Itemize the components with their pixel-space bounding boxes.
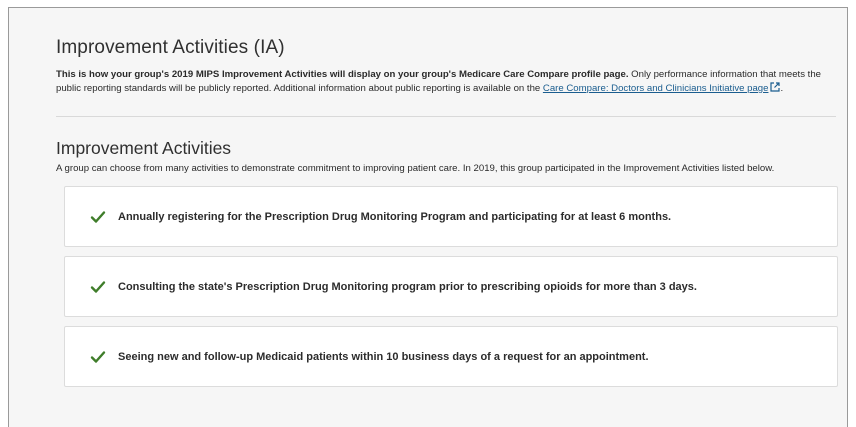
activity-card: Annually registering for the Prescriptio… [64,186,838,247]
check-icon [90,350,106,363]
activities-title: Improvement Activities [56,138,232,158]
section-lead: This is how your group's 2019 MIPS Impro… [56,68,846,96]
section-divider [56,116,836,117]
section-title: Improvement Activities (IA) [56,37,285,58]
ia-section-header: Improvement Activities (IA) This is how … [56,37,846,96]
check-icon [90,280,106,293]
external-link-icon[interactable] [770,82,781,92]
activity-label: Consulting the state's Prescription Drug… [118,280,697,293]
activity-label: Annually registering for the Prescriptio… [118,210,672,223]
lead-bold-text: This is how your group's 2019 MIPS Impro… [56,69,629,80]
care-compare-link[interactable]: Care Compare: Doctors and Clinicians Ini… [543,83,769,94]
activity-card: Seeing new and follow-up Medicaid patien… [64,326,838,387]
activity-label: Seeing new and follow-up Medicaid patien… [118,350,649,363]
activities-description: A group can choose from many activities … [56,163,775,174]
lead-end: . [780,83,784,94]
check-icon [90,210,106,223]
activity-card: Consulting the state's Prescription Drug… [64,256,838,317]
